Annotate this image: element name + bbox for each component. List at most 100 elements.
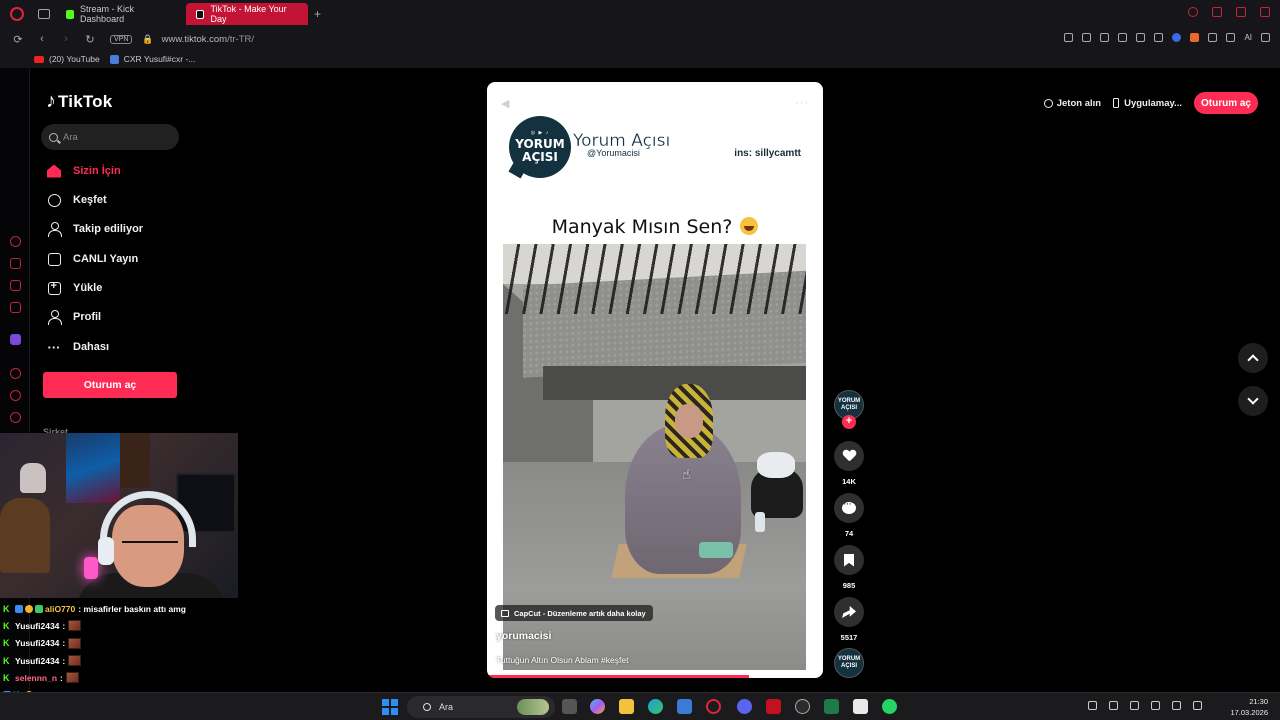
taskbar-search[interactable]: Ara	[407, 696, 555, 718]
play-icon[interactable]	[1136, 33, 1146, 42]
whatsapp-icon[interactable]	[882, 699, 897, 714]
messenger-icon[interactable]	[10, 280, 21, 291]
webcam-overlay	[0, 433, 238, 598]
nav-profile[interactable]: Profil	[46, 309, 101, 325]
battery-icon[interactable]	[1193, 701, 1202, 710]
reload-page-icon[interactable]: ⟳	[12, 33, 24, 46]
speaker-icon[interactable]	[1172, 701, 1181, 710]
url-field[interactable]: www.tiktok.com/tr-TR/	[162, 34, 254, 45]
system-tray	[1088, 701, 1202, 710]
forward-icon[interactable]: ›	[60, 33, 72, 45]
extension-blue-icon[interactable]	[1172, 33, 1182, 42]
task-view-icon[interactable]	[562, 699, 577, 714]
shield-icon[interactable]	[1100, 33, 1110, 42]
header-login-button[interactable]: Oturum aç	[1193, 92, 1258, 114]
ai-button[interactable]: AI	[1244, 33, 1252, 42]
share-button[interactable]	[834, 597, 864, 627]
video-progress-bar[interactable]	[487, 675, 823, 678]
tab-tiktok[interactable]: TikTok - Make Your Day	[186, 3, 308, 25]
tiktok-logo[interactable]: ♪ TikTok	[46, 90, 112, 113]
nav-explore[interactable]: Keşfet	[46, 192, 107, 208]
follow-button[interactable]: +	[842, 415, 856, 429]
heart-icon[interactable]	[1154, 33, 1164, 42]
edge-icon[interactable]	[648, 699, 663, 714]
nav-upload[interactable]: Yükle	[46, 280, 102, 296]
chat-username[interactable]: Yusufi2434	[15, 621, 59, 631]
volume-icon[interactable]	[1130, 701, 1139, 710]
nav-following[interactable]: Takip ediliyor	[46, 221, 143, 237]
back-icon[interactable]: ‹	[36, 33, 48, 45]
nav-for-you[interactable]: Sizin İçin	[46, 163, 121, 179]
snapshot-icon[interactable]	[1082, 33, 1092, 42]
maximize-icon[interactable]	[1236, 7, 1246, 17]
pin-icon[interactable]	[1064, 33, 1074, 42]
player-icon[interactable]	[10, 368, 21, 379]
store-icon[interactable]	[677, 699, 692, 714]
save-button[interactable]	[834, 545, 864, 575]
taskbar-clock[interactable]: 21:30 17.03.2026	[1230, 696, 1268, 718]
history-icon[interactable]	[10, 236, 21, 247]
sidebar-login-button[interactable]: Oturum aç	[43, 372, 177, 398]
get-coins-button[interactable]: Jeton alın	[1043, 98, 1101, 109]
workspaces-icon[interactable]	[38, 9, 50, 19]
video-player[interactable]: ◀ ··· ◎ ▶ ♪ YORUM AÇISI Yorum Açısı @Yor…	[487, 82, 823, 678]
chat-username[interactable]: selennn_n	[15, 673, 57, 683]
vpn-badge[interactable]: VPN	[110, 34, 133, 44]
nav-more[interactable]: ··· Dahası	[46, 339, 110, 355]
nav-live[interactable]: CANLI Yayın	[46, 251, 138, 267]
metamask-icon[interactable]	[1190, 33, 1200, 42]
brand-logo: ◎ ▶ ♪ YORUM AÇISI	[509, 116, 571, 178]
minimize-icon[interactable]	[1212, 7, 1222, 17]
opera-logo-icon[interactable]	[10, 7, 24, 21]
tab-search-icon[interactable]	[1188, 7, 1198, 17]
clock-icon[interactable]	[10, 390, 21, 401]
bookmark-cxr[interactable]: CXR Yusufi#cxr -...	[109, 54, 195, 64]
settings-icon[interactable]	[795, 699, 810, 714]
copilot-icon[interactable]	[590, 699, 605, 714]
chat-username[interactable]: Yusufi2434	[15, 656, 59, 666]
chevron-up-icon[interactable]	[1088, 701, 1097, 710]
app-red-icon[interactable]	[766, 699, 781, 714]
search-input[interactable]	[63, 131, 173, 143]
menu-icon[interactable]	[1261, 33, 1270, 42]
kick-badge-icon: K	[3, 672, 10, 683]
get-app-button[interactable]: Uygulamay...	[1113, 98, 1182, 109]
like-button[interactable]	[834, 441, 864, 471]
bookmark-label: (20) YouTube	[49, 54, 100, 64]
comment-button[interactable]	[834, 493, 864, 523]
new-tab-button[interactable]: +	[314, 7, 321, 21]
microphone-icon[interactable]	[1109, 701, 1118, 710]
download-icon[interactable]	[1226, 33, 1236, 42]
capcut-badge[interactable]: CapCut - Düzenleme artık daha kolay	[495, 605, 653, 621]
chat-username[interactable]: Yusufi2434	[15, 638, 59, 648]
previous-video-button[interactable]	[1238, 343, 1268, 373]
video-author[interactable]: yorumacisi	[496, 630, 551, 642]
gmail-icon[interactable]	[10, 302, 21, 313]
file-explorer-icon[interactable]	[619, 699, 634, 714]
avatar-line1: YORUM	[837, 398, 861, 404]
network-icon[interactable]	[1151, 701, 1160, 710]
lock-icon[interactable]: 🔒	[142, 34, 153, 45]
twitch-icon[interactable]	[10, 334, 21, 345]
nav-label: Keşfet	[73, 194, 107, 206]
next-video-button[interactable]	[1238, 386, 1268, 416]
bookmark-youtube[interactable]: (20) YouTube	[34, 54, 100, 64]
music-disc-avatar[interactable]: YORUM AÇISI	[834, 648, 864, 678]
app-white-icon[interactable]	[853, 699, 868, 714]
app-green-icon[interactable]	[824, 699, 839, 714]
start-button[interactable]	[382, 699, 398, 715]
volume-icon[interactable]: ◀	[501, 97, 509, 110]
translate-icon[interactable]	[1118, 33, 1128, 42]
header-actions: Jeton alın Uygulamay... Oturum aç	[1043, 92, 1258, 114]
chat-username[interactable]: aliO770	[45, 604, 75, 614]
discord-icon[interactable]	[737, 699, 752, 714]
close-icon[interactable]	[1260, 7, 1270, 17]
aria-icon[interactable]	[10, 258, 21, 269]
more-options-icon[interactable]: ···	[795, 97, 809, 109]
chat-icon[interactable]	[10, 412, 21, 423]
tiktok-search-box[interactable]	[41, 124, 179, 150]
opera-gx-icon[interactable]	[706, 699, 721, 714]
refresh-icon[interactable]: ↻	[84, 33, 96, 46]
tab-kick-dashboard[interactable]: Stream - Kick Dashboard	[56, 3, 180, 25]
puzzle-icon[interactable]	[1208, 33, 1218, 42]
